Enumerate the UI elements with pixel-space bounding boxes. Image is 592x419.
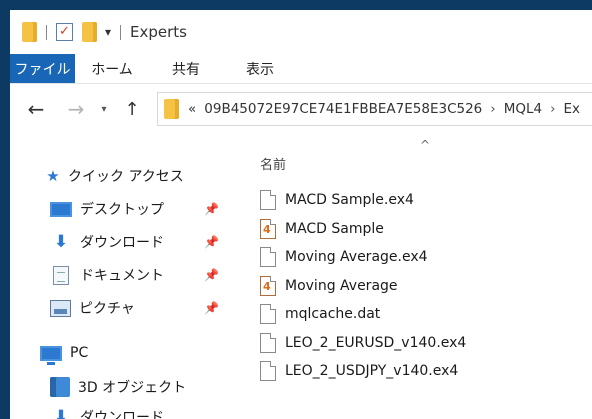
folder-icon[interactable] bbox=[22, 22, 37, 42]
nav-item-pictures[interactable]: ピクチャ 📌 bbox=[50, 298, 260, 318]
file-name: mqlcache.dat bbox=[285, 306, 381, 323]
desktop-icon bbox=[50, 201, 72, 217]
file-icon bbox=[260, 247, 276, 268]
pictures-icon bbox=[50, 299, 71, 317]
mq4-source-icon: 4 bbox=[260, 218, 276, 239]
pin-icon[interactable]: 📌 bbox=[204, 301, 219, 315]
address-chevron-icon[interactable]: › bbox=[550, 101, 555, 117]
file-icon bbox=[260, 361, 276, 382]
mq4-source-icon: 4 bbox=[260, 275, 276, 296]
nav-item-downloads[interactable]: ⬇ ダウンロード 📌 bbox=[50, 232, 260, 252]
address-folder-icon bbox=[164, 99, 179, 119]
file-list: MACD Sample.ex4 4 MACD Sample Moving Ave… bbox=[260, 186, 590, 386]
title-bar: ✓ ▾ Experts bbox=[10, 10, 592, 54]
customize-dropdown-icon[interactable]: ▾ bbox=[105, 25, 111, 39]
address-bar[interactable]: « 09B45072E97CE74E1FBBEA7E58E3C526 › MQL… bbox=[157, 92, 592, 126]
up-arrow-icon[interactable]: ↑ bbox=[124, 99, 140, 120]
nav-item-label: ダウンロード bbox=[80, 235, 164, 251]
column-header-name[interactable]: 名前 bbox=[260, 154, 286, 173]
file-name: Moving Average.ex4 bbox=[285, 249, 428, 266]
properties-check-icon[interactable]: ✓ bbox=[56, 23, 73, 41]
title-divider bbox=[120, 24, 122, 40]
file-row[interactable]: MACD Sample.ex4 bbox=[260, 186, 590, 215]
nav-item-label: ピクチャ bbox=[79, 301, 135, 317]
nav-quick-access-label: クイック アクセス bbox=[68, 169, 184, 185]
nav-item-3d-objects[interactable]: 3D オブジェクト bbox=[50, 377, 186, 397]
download-icon: ⬇ bbox=[53, 407, 69, 419]
tab-share[interactable]: 共有 bbox=[149, 54, 223, 83]
file-name: Moving Average bbox=[285, 277, 398, 294]
nav-item-documents[interactable]: ドキュメント 📌 bbox=[50, 265, 260, 285]
pin-icon[interactable]: 📌 bbox=[204, 202, 219, 216]
nav-quick-access[interactable]: ★ クイック アクセス bbox=[44, 166, 184, 186]
file-row[interactable]: LEO_2_EURUSD_v140.ex4 bbox=[260, 329, 590, 358]
file-name: LEO_2_EURUSD_v140.ex4 bbox=[285, 334, 467, 351]
sort-ascending-icon: ^ bbox=[420, 138, 431, 152]
nav-item-label: PC bbox=[70, 345, 89, 361]
file-icon bbox=[260, 304, 276, 325]
nav-item-pc-downloads[interactable]: ⬇ ダウンロード bbox=[50, 407, 164, 419]
nav-item-label: ダウンロード bbox=[80, 410, 164, 419]
recent-locations-chevron-icon[interactable]: ▾ bbox=[98, 104, 110, 115]
address-segment-experts[interactable]: Ex bbox=[563, 101, 580, 117]
address-chevron-icon[interactable]: › bbox=[490, 101, 495, 117]
tab-file[interactable]: ファイル bbox=[10, 54, 75, 83]
address-segment-mql4[interactable]: MQL4 bbox=[504, 101, 542, 117]
download-icon: ⬇ bbox=[53, 232, 69, 252]
3d-objects-icon bbox=[50, 377, 70, 397]
file-list-pane: ^ 名前 MACD Sample.ex4 4 MACD Sample Movin… bbox=[232, 134, 592, 419]
pin-icon[interactable]: 📌 bbox=[204, 268, 219, 282]
nav-item-desktop[interactable]: デスクトップ 📌 bbox=[50, 199, 260, 219]
file-icon bbox=[260, 190, 276, 211]
pin-icon[interactable]: 📌 bbox=[204, 235, 219, 249]
file-row[interactable]: 4 Moving Average bbox=[260, 272, 590, 301]
file-row[interactable]: LEO_2_USDJPY_v140.ex4 bbox=[260, 357, 590, 386]
file-name: LEO_2_USDJPY_v140.ex4 bbox=[285, 363, 459, 380]
new-folder-icon[interactable] bbox=[82, 22, 97, 42]
nav-item-label: 3D オブジェクト bbox=[78, 380, 187, 396]
nav-item-pc[interactable]: PC bbox=[40, 345, 89, 365]
nav-item-label: デスクトップ bbox=[80, 202, 164, 218]
file-row[interactable]: 4 MACD Sample bbox=[260, 215, 590, 244]
file-name: MACD Sample bbox=[285, 220, 384, 237]
file-explorer-window: ✓ ▾ Experts ファイル ホーム 共有 表示 ← → ▾ ↑ « 09B… bbox=[10, 10, 592, 419]
navigation-row: ← → ▾ ↑ « 09B45072E97CE74E1FBBEA7E58E3C5… bbox=[10, 84, 592, 134]
forward-arrow-icon[interactable]: → bbox=[66, 97, 86, 121]
file-row[interactable]: Moving Average.ex4 bbox=[260, 243, 590, 272]
file-icon bbox=[260, 332, 276, 353]
nav-item-label: ドキュメント bbox=[80, 268, 164, 284]
documents-icon bbox=[53, 265, 69, 285]
window-title: Experts bbox=[130, 23, 187, 41]
pc-icon bbox=[40, 345, 62, 365]
ribbon-tabs: ファイル ホーム 共有 表示 bbox=[10, 54, 592, 84]
navigation-pane: ★ クイック アクセス デスクトップ 📌 ⬇ ダウンロード 📌 ドキュメント 📌… bbox=[10, 134, 232, 419]
star-icon: ★ bbox=[46, 167, 60, 185]
tab-home[interactable]: ホーム bbox=[75, 54, 149, 83]
toolbar-divider bbox=[46, 24, 47, 40]
file-row[interactable]: mqlcache.dat bbox=[260, 300, 590, 329]
tab-view[interactable]: 表示 bbox=[223, 54, 297, 83]
file-name: MACD Sample.ex4 bbox=[285, 192, 414, 209]
back-arrow-icon[interactable]: ← bbox=[26, 97, 46, 121]
address-segment-hash[interactable]: 09B45072E97CE74E1FBBEA7E58E3C526 bbox=[204, 101, 482, 117]
address-overflow[interactable]: « bbox=[188, 101, 196, 117]
